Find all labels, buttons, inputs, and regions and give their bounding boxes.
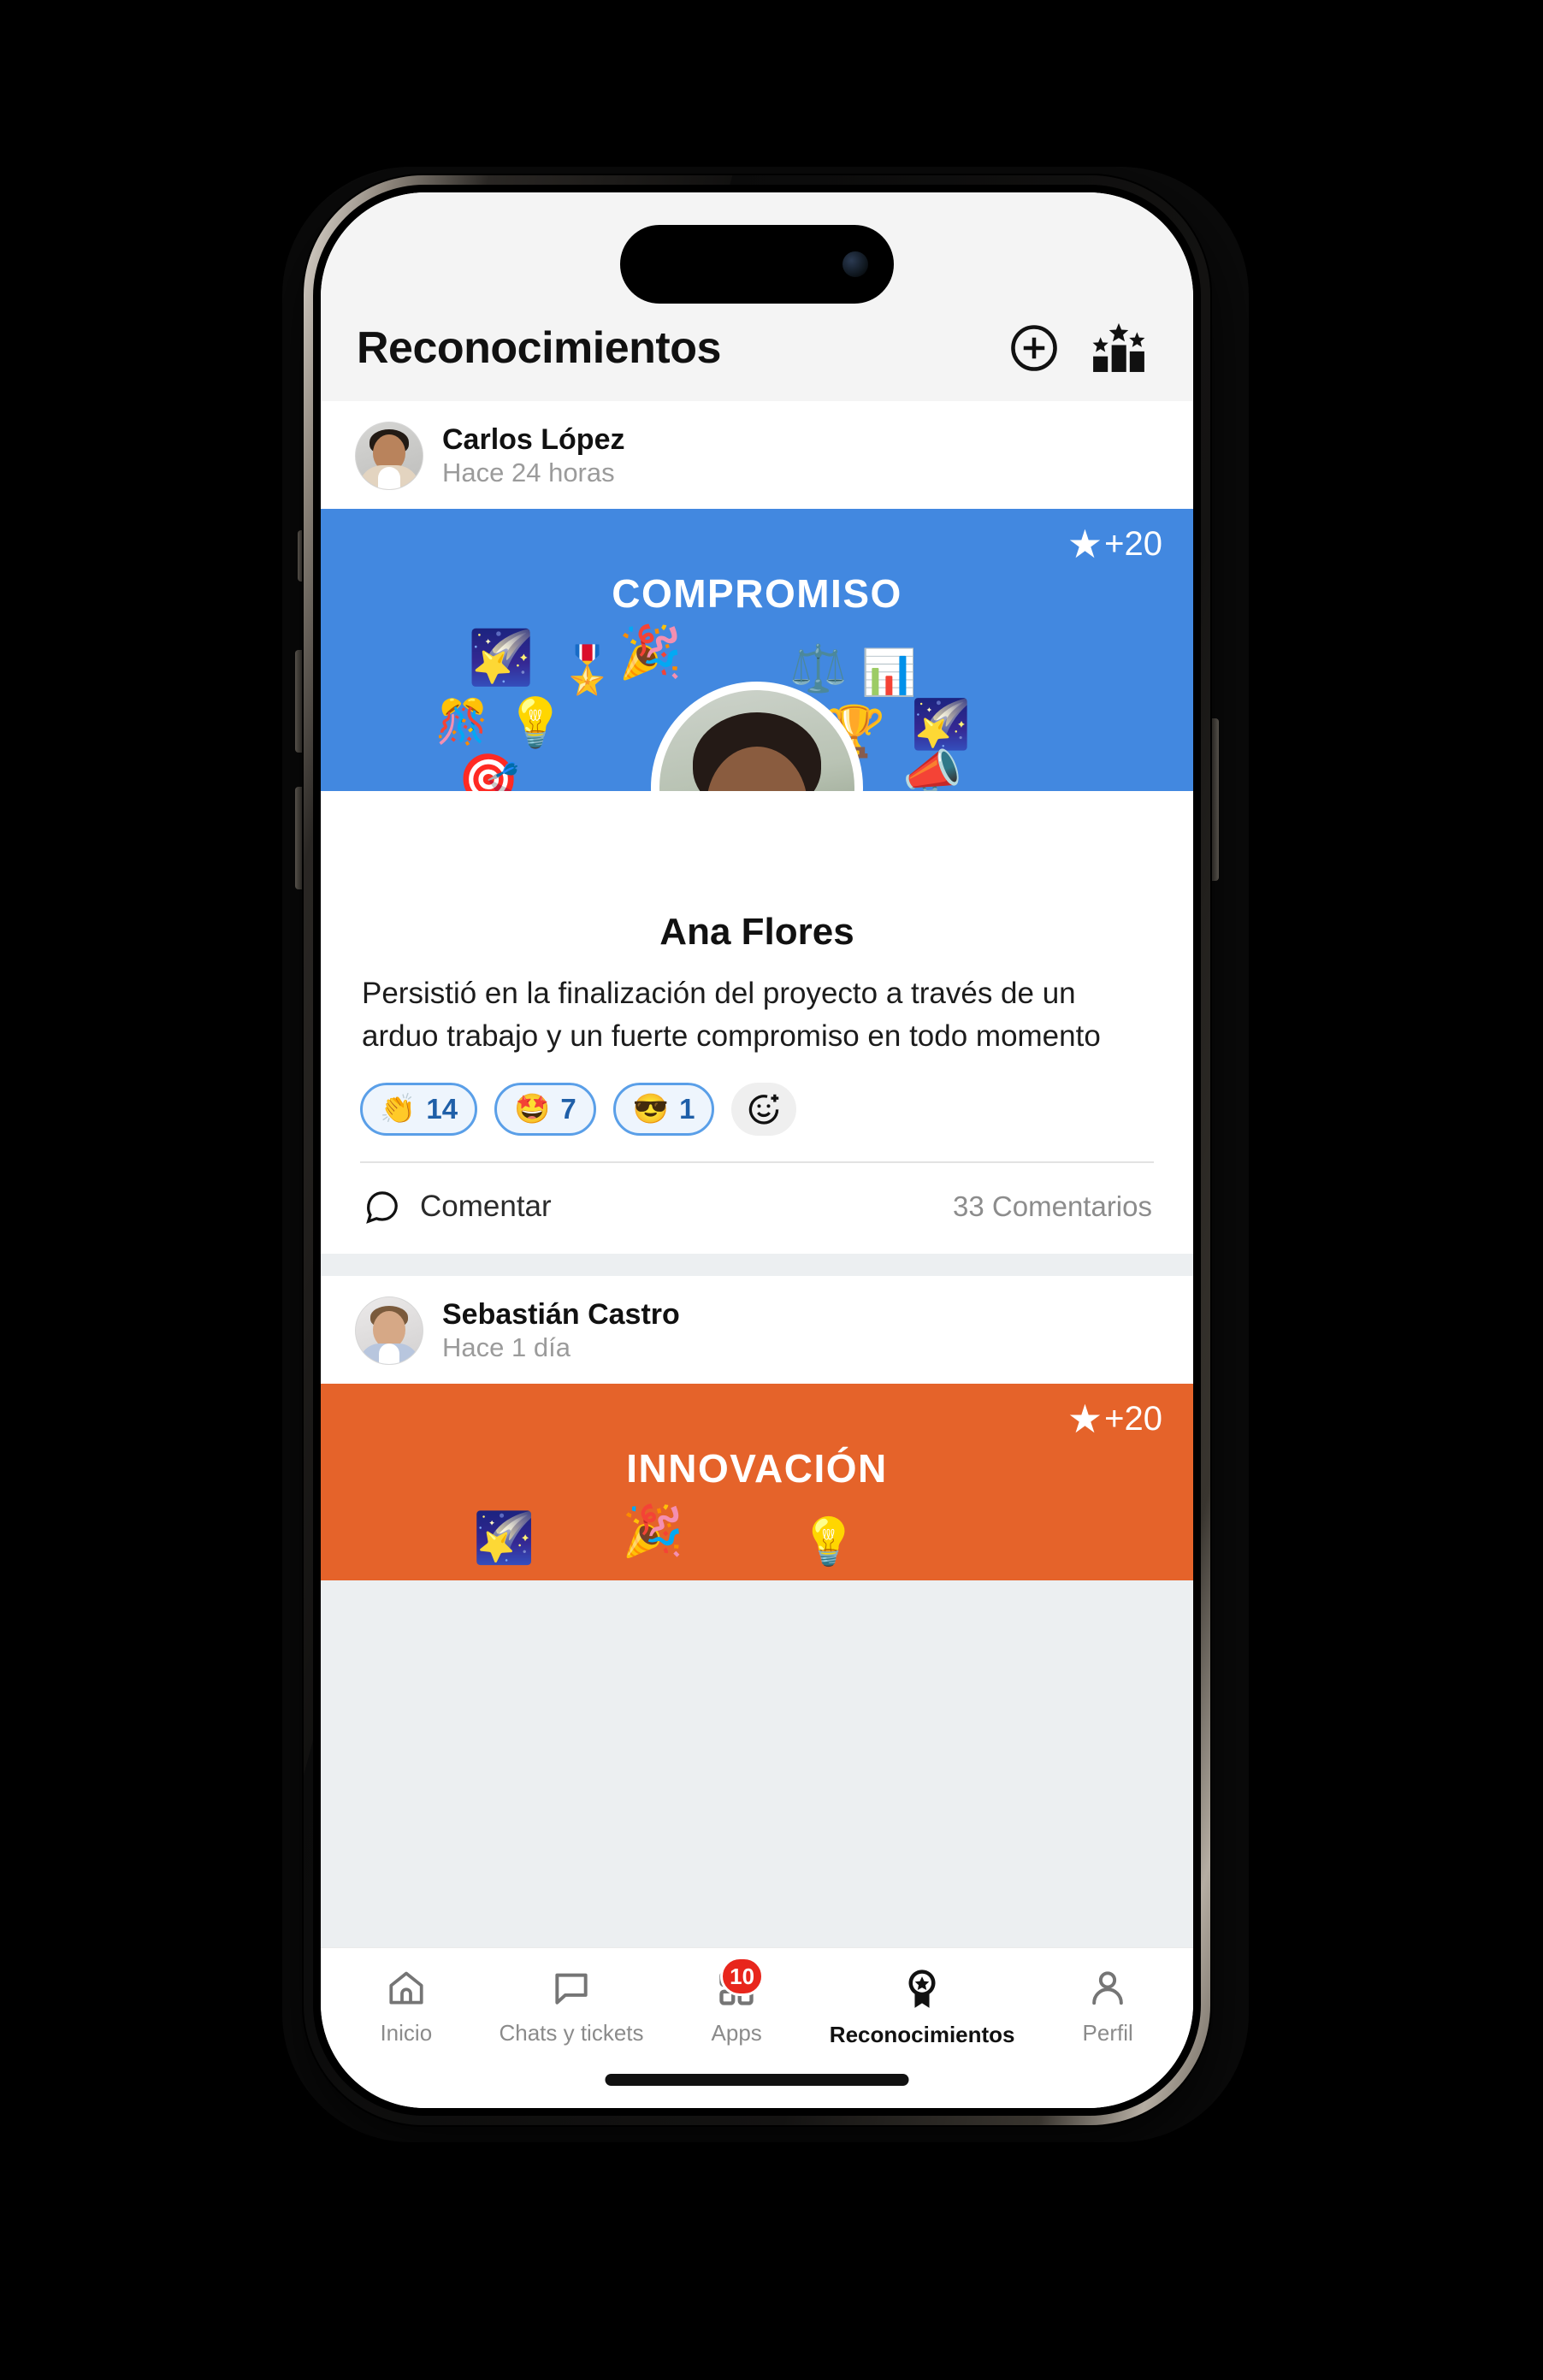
recognition-message: Persistió en la finalización del proyect…: [362, 977, 1101, 1053]
scales-icon: ⚖️: [789, 643, 848, 694]
reaction-chip[interactable]: 😎 1: [612, 1083, 715, 1137]
plus-circle-icon[interactable]: [1007, 321, 1061, 375]
comment-count[interactable]: 33 Comentarios: [953, 1190, 1152, 1223]
screenshot-stage: Reconocimientos Carlos López Hace 24 hor…: [0, 0, 1543, 2380]
target-icon: 🎯: [458, 752, 520, 792]
poster-name: Sebastián Castro: [442, 1297, 680, 1331]
header-actions: [1007, 321, 1157, 375]
tab-perfil[interactable]: Perfil: [1043, 1967, 1172, 2046]
shooting-star-icon: 🌠: [468, 629, 535, 688]
shooting-star-icon: 🌠: [911, 697, 971, 751]
shooting-star-icon: 🌠: [473, 1510, 535, 1567]
points-badge: ★ +20: [1067, 1399, 1162, 1438]
chat-icon: [550, 1967, 593, 2010]
comment-bubble-icon: [362, 1187, 401, 1226]
home-indicator[interactable]: [605, 2074, 909, 2086]
poster-time: Hace 1 día: [442, 1332, 570, 1363]
medal-icon: 🎖️: [559, 645, 617, 696]
dynamic-island: [620, 225, 894, 304]
post-body: Ana Flores Persistió en la finalización …: [321, 791, 1193, 1254]
reaction-count: 14: [426, 1093, 458, 1125]
star-icon: ★: [1067, 522, 1103, 566]
tab-apps[interactable]: 10 Apps: [672, 1957, 801, 2046]
points-value: +20: [1104, 1399, 1162, 1438]
reaction-count: 7: [560, 1093, 576, 1125]
comment-label: Comentar: [420, 1190, 552, 1224]
podium-stars-icon[interactable]: [1091, 322, 1147, 375]
confetti-decoration: 🌠 🎖️ 🎉 ⚖️ 📊 💡 🎊 🎯 🏆 🌠 📣: [321, 623, 1193, 792]
star-struck-icon: 🤩: [514, 1093, 551, 1126]
clap-icon: 👏: [380, 1093, 417, 1126]
feed-separator: [321, 1254, 1193, 1277]
reactions-row: 👏 14 🤩 7 😎 1: [357, 1057, 1157, 1161]
tab-label: Chats y tickets: [499, 2020, 644, 2046]
post-card[interactable]: Carlos López Hace 24 horas ★ +20 COMPROM…: [321, 401, 1193, 1255]
reaction-chip[interactable]: 🤩 7: [494, 1083, 596, 1137]
confetti-decoration: 🌠 🎉 💡: [321, 1503, 1193, 1566]
tab-chats-y-tickets[interactable]: Chats y tickets: [499, 1967, 644, 2046]
tab-label: Perfil: [1082, 2020, 1133, 2046]
award-ribbon-icon: [901, 1967, 943, 2011]
post-header: Carlos López Hace 24 horas: [321, 401, 1193, 509]
award-banner: ★ +20 INNOVACIÓN 🌠 🎉 💡: [321, 1384, 1193, 1581]
party-popper-icon: 🎉: [622, 1503, 684, 1560]
award-title: COMPROMISO: [612, 571, 902, 616]
star-icon: ★: [1067, 1397, 1103, 1442]
avatar[interactable]: [355, 422, 423, 490]
comment-row: Comentar 33 Comentarios: [357, 1163, 1157, 1254]
tab-inicio[interactable]: Inicio: [342, 1967, 470, 2046]
poster-name: Carlos López: [442, 422, 625, 456]
comment-button[interactable]: Comentar: [362, 1187, 552, 1226]
recipient-name: Ana Flores: [659, 911, 854, 953]
poster-time: Hace 24 horas: [442, 457, 615, 487]
light-bulb-icon: 💡: [800, 1516, 858, 1568]
sunglasses-icon: 😎: [632, 1093, 670, 1126]
tab-label: Apps: [711, 2020, 762, 2046]
tab-label: Inicio: [380, 2020, 433, 2046]
post-header: Sebastián Castro Hace 1 día: [321, 1276, 1193, 1384]
phone-frame: Reconocimientos Carlos López Hace 24 hor…: [304, 175, 1210, 2125]
tab-label: Reconocimientos: [829, 2022, 1015, 2047]
phone-bezel: Reconocimientos Carlos López Hace 24 hor…: [313, 185, 1201, 2116]
light-bulb-icon: 💡: [505, 695, 565, 749]
party-popper-icon: 🎉: [618, 623, 683, 681]
pie-chart-icon: 📊: [861, 648, 917, 698]
award-banner: ★ +20 COMPROMISO 🌠 🎖️ 🎉 ⚖️ 📊 💡 🎊 🎯 🏆 🌠 📣: [321, 509, 1193, 791]
post-author-block: Carlos López Hace 24 horas: [442, 422, 624, 490]
award-title: INNOVACIÓN: [626, 1446, 888, 1491]
post-author-block: Sebastián Castro Hace 1 día: [442, 1297, 680, 1365]
megaphone-icon: 📣: [902, 745, 962, 792]
person-icon: [1086, 1967, 1129, 2010]
apps-badge: 10: [720, 1957, 765, 1996]
avatar[interactable]: [355, 1296, 423, 1366]
front-camera-icon: [842, 251, 868, 277]
recognition-feed[interactable]: Carlos López Hace 24 horas ★ +20 COMPROM…: [321, 401, 1193, 1947]
confetti-icon: 🎊: [435, 698, 489, 746]
reaction-count: 1: [679, 1093, 695, 1125]
points-badge: ★ +20: [1067, 524, 1162, 564]
home-icon: [385, 1967, 428, 2010]
tab-reconocimientos[interactable]: Reconocimientos: [830, 1967, 1015, 2048]
reaction-chip[interactable]: 👏 14: [360, 1083, 478, 1137]
phone-screen: Reconocimientos Carlos López Hace 24 hor…: [321, 192, 1193, 2108]
post-card[interactable]: Sebastián Castro Hace 1 día ★ +20 INNOVA…: [321, 1276, 1193, 1581]
add-reaction-icon[interactable]: [731, 1083, 797, 1137]
page-title: Reconocimientos: [357, 323, 721, 373]
points-value: +20: [1104, 524, 1162, 563]
